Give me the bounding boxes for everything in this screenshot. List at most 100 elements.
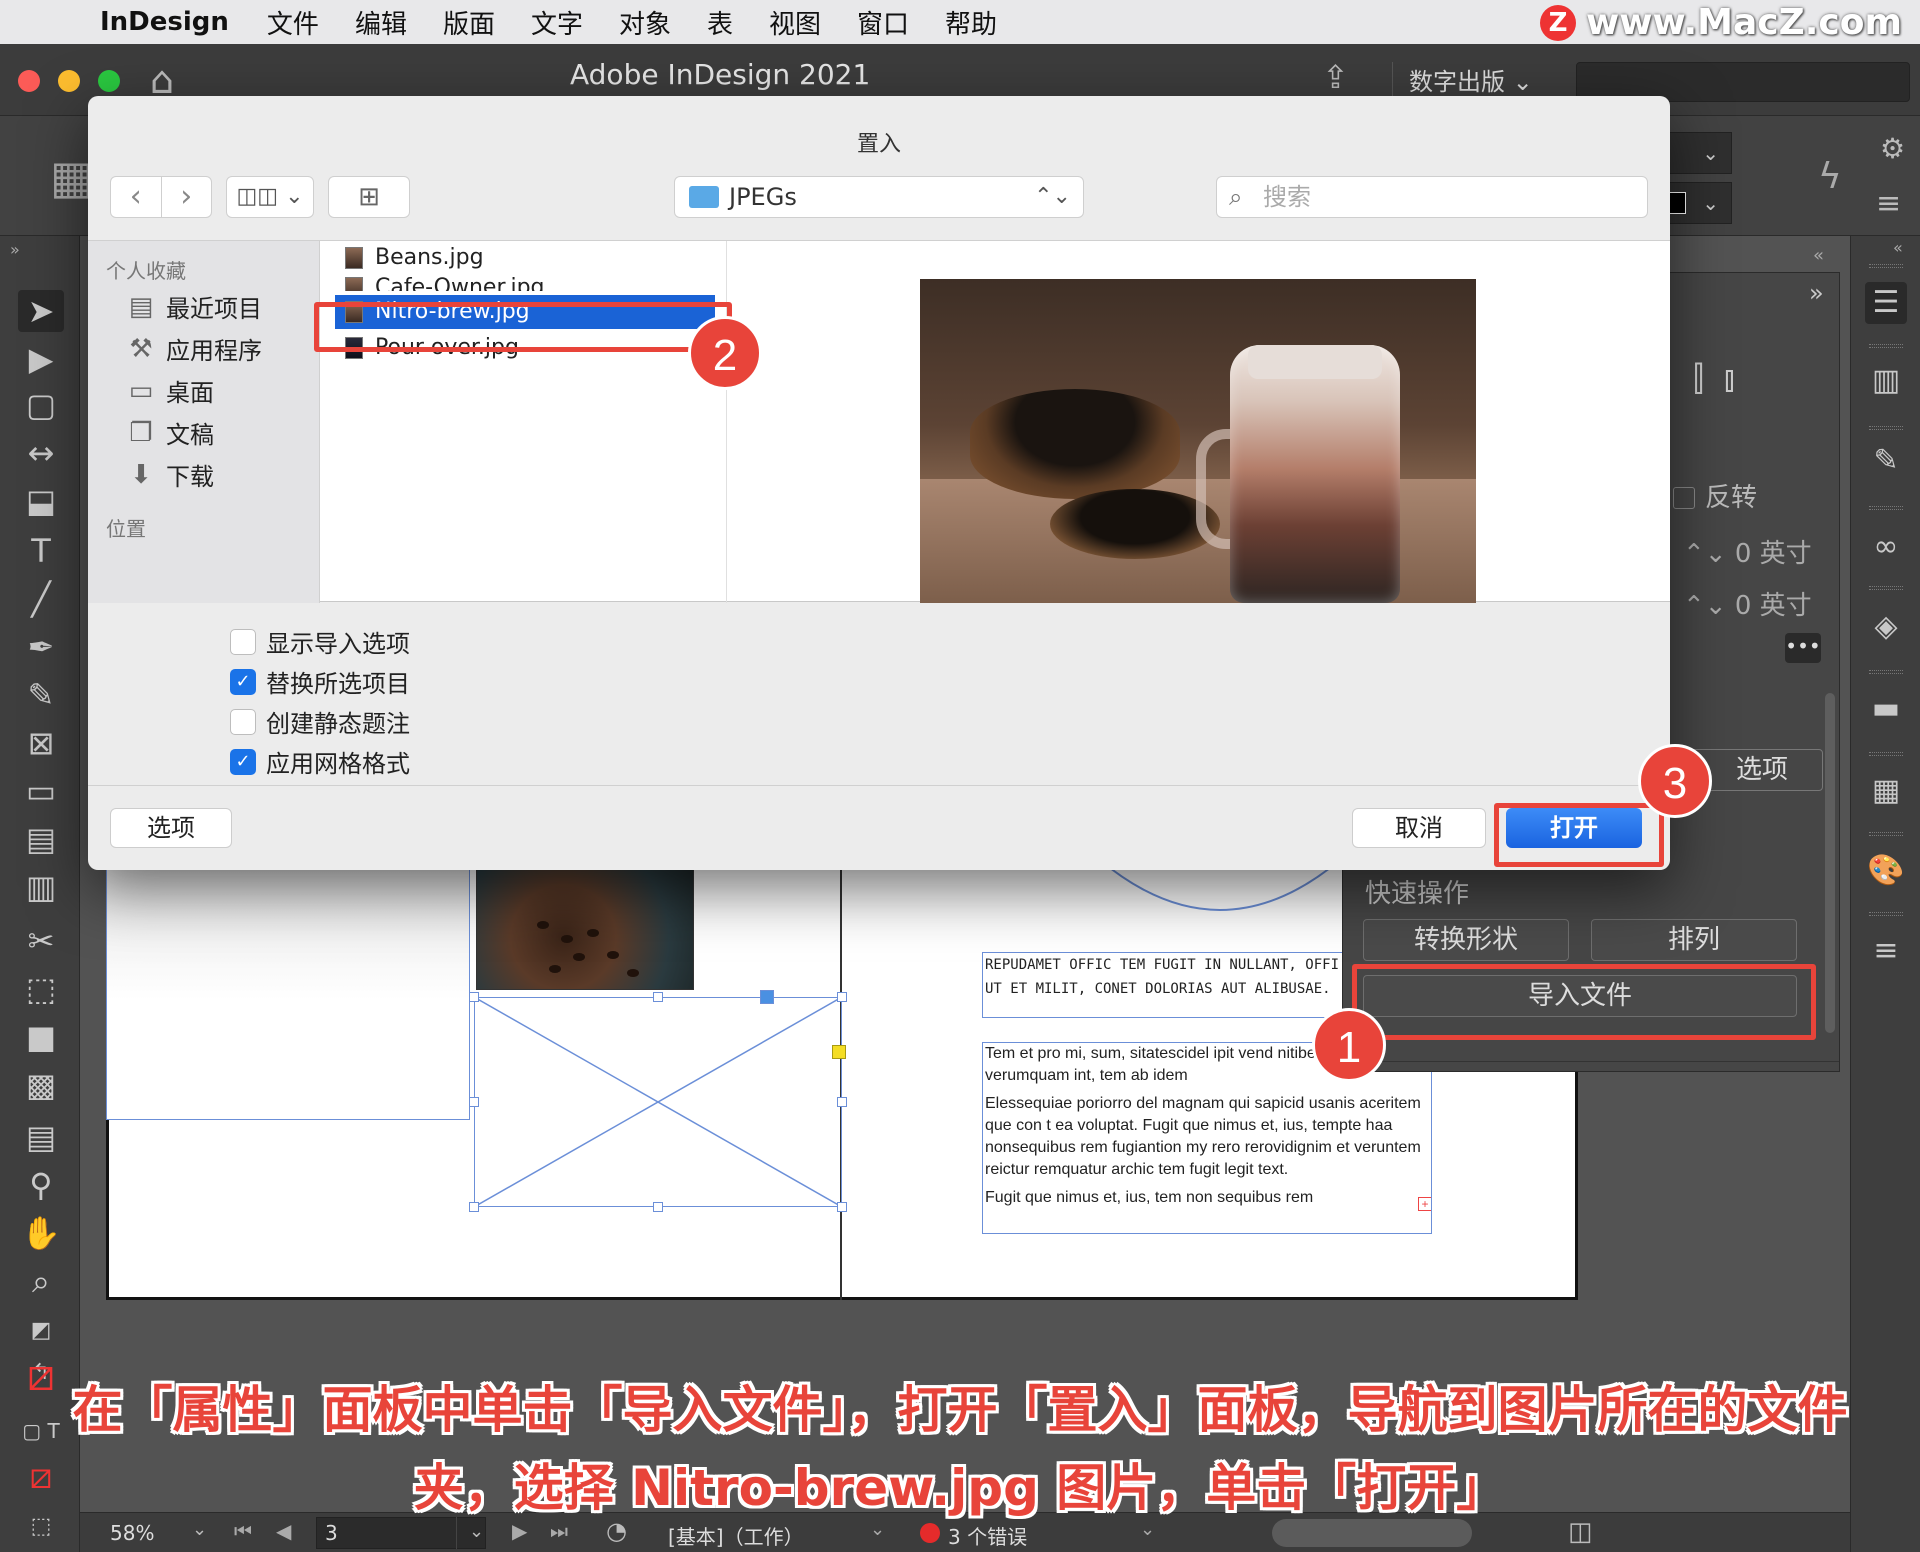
menu-object[interactable]: 对象 [619,4,671,41]
type-tool-icon[interactable]: T [18,530,64,572]
menu-app-name[interactable]: InDesign [100,7,229,37]
menu-view[interactable]: 视图 [769,4,821,41]
gradient-swatch-tool-icon[interactable]: ■ [18,1016,64,1058]
profile-dropdown[interactable]: ⌄ [870,1519,885,1540]
new-folder-icon[interactable]: ⊞ [328,176,410,218]
links-panel-icon[interactable]: ∞ [1865,526,1907,568]
pencil-tool-icon[interactable]: ✎ [18,674,64,716]
line-tool-icon[interactable]: ╱ [18,578,64,620]
hand-tool-icon[interactable]: ✋ [18,1212,64,1254]
empty-graphic-frame[interactable] [469,990,847,1212]
gradient-panel-icon[interactable]: ▬ [1865,688,1907,730]
layers-panel-icon[interactable]: ◈ [1865,606,1907,648]
grid-tool-icon[interactable]: ▥ [18,866,64,908]
frame-handle[interactable] [653,992,663,1002]
create-static-captions-checkbox[interactable]: 创建静态题注 [230,704,410,739]
convert-shape-button[interactable]: 转换形状 [1363,919,1569,961]
rectangle-tool-icon[interactable]: ▭ [18,770,64,812]
pages-panel-icon[interactable]: ▥ [1865,360,1907,402]
view-mode-button[interactable]: ◫◫ ⌄ [226,176,314,218]
frame-handle[interactable] [837,992,847,1002]
preflight-errors[interactable]: 3 个错误 [948,1521,1027,1550]
first-page-icon[interactable]: ⏮ [234,1519,252,1543]
placed-coffee-image[interactable] [476,860,694,990]
note-tool-icon[interactable]: ▤ [18,1116,64,1158]
preflight-profile[interactable]: [基本]（工作） [668,1521,804,1550]
live-corner-handle[interactable] [832,1045,846,1059]
eyedropper-tool-icon[interactable]: ⚲ [18,1164,64,1206]
menu-edit[interactable]: 编辑 [355,4,407,41]
zoom-window-button[interactable] [98,70,120,92]
collapse-panels-icon[interactable]: « [1813,245,1824,266]
frame-handle[interactable] [653,1202,663,1212]
properties-panel-icon[interactable]: ☰ [1865,282,1907,324]
previous-page-icon[interactable]: ◀ [276,1519,291,1543]
folder-path-popup[interactable]: JPEGs ⌃⌄ [674,176,1084,218]
zoom-tool-icon[interactable]: ⌕ [18,1260,64,1302]
checkbox-checked[interactable]: ✓ [230,668,256,695]
options-button[interactable]: 选项 [110,808,232,848]
offset-field-2[interactable]: ⌃⌄ 0 英寸 [1683,585,1812,622]
quick-apply-icon[interactable]: ϟ [1818,156,1842,197]
cc-libraries-icon[interactable]: ✎ [1865,440,1907,482]
menu-file[interactable]: 文件 [267,4,319,41]
align-icons[interactable]: ⫿⫾ [1693,359,1755,399]
selection-tool-icon[interactable]: ➤ [18,290,64,332]
cancel-button[interactable]: 取消 [1352,808,1486,848]
default-fill-stroke-icon[interactable]: ◩ ↰ [18,1310,64,1385]
apply-grid-format-checkbox[interactable]: ✓ 应用网格格式 [230,744,410,779]
table-tool-icon[interactable]: ▤ [18,818,64,860]
horizontal-scrollbar[interactable] [1272,1519,1472,1547]
show-import-options-checkbox[interactable]: 显示导入选项 [230,624,410,659]
rectangle-frame-tool-icon[interactable]: ⊠ [18,722,64,764]
last-page-icon[interactable]: ⏭ [550,1519,568,1543]
content-grabber[interactable] [760,990,774,1004]
back-icon[interactable]: ‹ [111,177,162,217]
collapse-toolbar-icon[interactable]: » [10,240,20,259]
menu-window[interactable]: 窗口 [857,4,909,41]
arrange-button[interactable]: 排列 [1591,919,1797,961]
forward-icon[interactable]: › [162,177,212,217]
text-frame-heading[interactable]: REPUDAMET OFFIC TEM FUGIT IN NULLANT, OF… [982,952,1352,1018]
preflight-icon[interactable]: ◔ [606,1517,627,1545]
stroke-weight-dropdown[interactable]: ⌄ [1660,132,1732,174]
swatches-panel-icon[interactable]: ▦ [1865,770,1907,812]
frame-handle[interactable] [469,1202,479,1212]
next-page-icon[interactable]: ▶ [512,1519,527,1543]
frame-handle[interactable] [469,1097,479,1107]
color-panel-icon[interactable]: 🎨 [1865,850,1907,892]
content-collector-icon[interactable]: ⬓ [18,480,64,522]
invert-checkbox-box[interactable] [1673,487,1695,509]
checkbox-box[interactable] [230,628,256,655]
checkbox-box[interactable] [230,708,256,735]
page-tool-icon[interactable]: ▢ [18,384,64,426]
menu-type[interactable]: 文字 [531,4,583,41]
sidebar-item-recents[interactable]: ▤ 最近项目 [124,289,262,324]
page-dropdown[interactable]: ⌄ [456,1517,496,1549]
direct-selection-tool-icon[interactable]: ▶ [18,338,64,380]
menu-layout[interactable]: 版面 [443,4,495,41]
preflight-menu-dropdown[interactable]: ⌄ [1140,1519,1155,1540]
free-transform-tool-icon[interactable]: ⬚ [18,968,64,1010]
pen-tool-icon[interactable]: ✒ [18,626,64,668]
frame-handle[interactable] [469,992,479,1002]
offset-field-1[interactable]: ⌃⌄ 0 英寸 [1683,533,1812,570]
zoom-dropdown[interactable]: ⌄ [192,1519,207,1540]
sidebar-item-downloads[interactable]: ⬇ 下载 [124,457,214,492]
checkbox-checked[interactable]: ✓ [230,748,256,775]
menu-help[interactable]: 帮助 [945,4,997,41]
gradient-feather-tool-icon[interactable]: ▩ [18,1064,64,1106]
share-icon[interactable]: ⇪ [1322,58,1349,96]
overset-text-icon[interactable]: + [1418,1197,1431,1211]
collapse-strip-icon[interactable]: « [1893,238,1903,257]
scissors-tool-icon[interactable]: ✂ [18,920,64,962]
gear-icon[interactable]: ⚙ [1880,132,1905,165]
sidebar-item-desktop[interactable]: ▭ 桌面 [124,373,214,408]
panel-menu-icon[interactable]: ≡ [1876,186,1901,221]
zoom-level[interactable]: 58% [110,1521,154,1545]
close-window-button[interactable] [18,70,40,92]
menu-table[interactable]: 表 [707,4,733,41]
expand-panel-icon[interactable]: » [1809,279,1824,307]
more-options-icon[interactable]: ••• [1785,633,1821,663]
file-item[interactable]: Cafe-Owner.jpg [335,271,715,291]
